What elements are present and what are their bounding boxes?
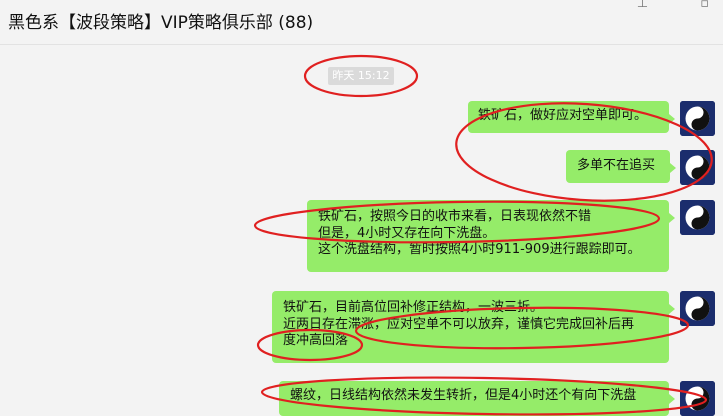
message-text: 螺纹，日线结构依然未发生转折，但是4小时还个有向下洗盘 — [290, 388, 637, 403]
taichi-icon — [680, 200, 715, 235]
message-text: 但是，4小时又存在向下洗盘。 — [318, 225, 496, 241]
avatar[interactable] — [680, 381, 715, 416]
message-bubble[interactable]: 铁矿石，做好应对空单即可。 — [468, 101, 675, 133]
taichi-icon — [680, 150, 715, 185]
avatar[interactable] — [680, 101, 715, 136]
more-icon[interactable]: ▫ — [700, 0, 709, 11]
message-bubble[interactable]: 多单不在追买 — [566, 150, 676, 183]
message-bubble[interactable]: 铁矿石，目前高位回补修正结构，一波三折。 近两日存在滞涨，应对空单不可以放弃，谨… — [272, 291, 675, 363]
avatar[interactable] — [680, 291, 715, 326]
message-text: 铁矿石，做好应对空单即可。 — [478, 108, 648, 123]
window-controls: ⊥ ▫ — [637, 0, 709, 11]
message-text: 度冲高回落 — [283, 333, 349, 348]
message-bubble[interactable]: 铁矿石，按照今日的收市来看，日表现依然不错 但是，4小时又存在向下洗盘。 这个洗… — [307, 200, 675, 272]
avatar[interactable] — [680, 200, 715, 235]
message-text: 这个洗盘结构，暂时按照4小时911-909进行跟踪即可。 — [318, 242, 641, 257]
message-text: 铁矿石，按照今日的收市来看，日表现依然不错 — [318, 209, 592, 224]
title-bar: 黑色系【波段策略】VIP策略俱乐部 (88) ⊥ ▫ — [0, 0, 723, 45]
taichi-icon — [680, 381, 715, 416]
message-text: 铁矿石，目前高位回补修正结构，一波三折。 — [283, 300, 544, 315]
timestamp: 昨天 15:12 — [328, 67, 394, 85]
taichi-icon — [680, 101, 715, 136]
taichi-icon — [680, 291, 715, 326]
message-text: 近两日存在滞涨，应对空单不可以放弃，谨慎它完成回补后再 — [283, 316, 635, 332]
chat-title: 黑色系【波段策略】VIP策略俱乐部 (88) — [8, 13, 314, 33]
message-text: 多单不在追买 — [577, 158, 656, 173]
message-bubble[interactable]: 螺纹，日线结构依然未发生转折，但是4小时还个有向下洗盘 — [279, 381, 675, 416]
avatar[interactable] — [680, 150, 715, 185]
pin-icon[interactable]: ⊥ — [637, 0, 648, 11]
